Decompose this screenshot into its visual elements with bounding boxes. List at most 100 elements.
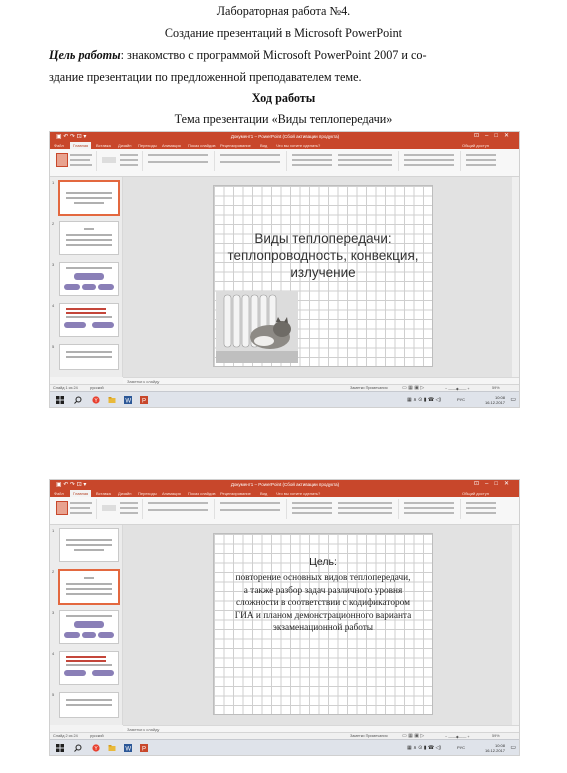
slide-heading[interactable]: Цель: <box>214 556 432 568</box>
slide-editor[interactable]: Цель: повторение основных видов теплопер… <box>123 525 512 725</box>
thumbnail-slide-3[interactable] <box>59 262 119 296</box>
tab-insert[interactable]: Вставка <box>96 491 111 496</box>
svg-text:W: W <box>125 746 131 752</box>
word-icon[interactable]: W <box>124 744 132 752</box>
ribbon-tabs: Файл Главная Вставка Дизайн Переходы Ани… <box>50 142 519 149</box>
paragraph-group <box>216 151 287 171</box>
share-button[interactable]: Общий доступ <box>462 491 489 496</box>
title-bar: ▣ ↶ ↷ ⊡ ▾ Документ1 – PowerPoint (Сбой а… <box>50 480 519 490</box>
notes-comments-toggle[interactable]: Заметки Примечания <box>350 734 388 738</box>
thumbnail-slide-3[interactable] <box>59 610 119 644</box>
thumbnail-slide-1[interactable] <box>59 528 119 562</box>
tab-animations[interactable]: Анимация <box>162 143 181 148</box>
clock[interactable]: 10:08 16.12.2017 <box>485 395 505 405</box>
language-status[interactable]: русский <box>90 734 104 738</box>
zoom-level[interactable]: 59% <box>492 386 500 390</box>
tell-me-search[interactable]: Что вы хотите сделать? <box>276 143 320 148</box>
slide-title[interactable]: Виды теплопередачи: теплопроводность, ко… <box>214 230 432 281</box>
windows-taskbar: Y W P ▦ ∧ ⊙ ▮ ☎ ◁) РУС 10:08 16.12.2017 … <box>50 391 519 407</box>
thumbnail-slide-5[interactable] <box>59 344 119 370</box>
thumbnail-slide-4[interactable] <box>59 651 119 685</box>
tab-home[interactable]: Главная <box>70 142 92 149</box>
slide-counter: Слайд 1 из 24 <box>53 386 78 390</box>
goal-text-1: : знакомство с программой Microsoft Powe… <box>120 48 427 62</box>
powerpoint-icon[interactable]: P <box>140 396 148 404</box>
share-button[interactable]: Общий доступ <box>462 143 489 148</box>
explorer-icon[interactable] <box>108 744 116 752</box>
window-controls[interactable]: ⊡–□✕ <box>474 132 515 139</box>
tell-me-search[interactable]: Что вы хотите сделать? <box>276 491 320 496</box>
goal-line-1: Цель работы: знакомство с программой Mic… <box>49 48 427 63</box>
editing-group <box>462 499 512 519</box>
ribbon-home <box>50 149 519 177</box>
explorer-icon[interactable] <box>108 396 116 404</box>
quick-access-icons[interactable]: ▣ ↶ ↷ ⊡ ▾ <box>56 133 86 140</box>
tab-file[interactable]: Файл <box>54 491 64 496</box>
windows-start-icon[interactable] <box>56 396 64 404</box>
word-icon[interactable]: W <box>124 396 132 404</box>
thumbnail-slide-1[interactable] <box>58 180 120 216</box>
slide-1[interactable]: Виды теплопередачи: теплопроводность, ко… <box>213 185 433 367</box>
radiator-cat-image <box>216 291 298 363</box>
quick-access-icons[interactable]: ▣ ↶ ↷ ⊡ ▾ <box>56 481 86 488</box>
thumbnail-slide-2[interactable] <box>58 569 120 605</box>
svg-text:P: P <box>142 398 146 404</box>
title-bar: ▣ ↶ ↷ ⊡ ▾ Документ1 – PowerPoint (Сбой а… <box>50 132 519 142</box>
thumbnail-slide-2[interactable] <box>59 221 119 255</box>
tab-review[interactable]: Рецензирование <box>220 491 251 496</box>
tab-transitions[interactable]: Переходы <box>138 491 157 496</box>
drawing-group <box>288 151 399 171</box>
tab-design[interactable]: Дизайн <box>118 491 131 496</box>
tab-slideshow[interactable]: Показ слайдов <box>188 491 216 496</box>
editing-group <box>462 151 512 171</box>
tab-view[interactable]: Вид <box>260 491 267 496</box>
powerpoint-screenshot-1: ▣ ↶ ↷ ⊡ ▾ Документ1 – PowerPoint (Сбой а… <box>49 131 520 408</box>
tab-design[interactable]: Дизайн <box>118 143 131 148</box>
windows-taskbar: Y W P ▦ ∧ ⊙ ▮ ☎ ◁) РУС 10:08 16.12.2017 … <box>50 739 519 755</box>
search-icon[interactable] <box>74 744 82 752</box>
progress-heading: Ход работы <box>251 91 316 105</box>
vertical-scrollbar[interactable] <box>512 525 519 725</box>
windows-start-icon[interactable] <box>56 744 64 752</box>
yandex-browser-icon[interactable]: Y <box>92 396 100 404</box>
arrange-group <box>400 499 461 519</box>
powerpoint-icon[interactable]: P <box>140 744 148 752</box>
slide-counter: Слайд 2 из 24 <box>53 734 78 738</box>
tray-icons[interactable]: ▦ ∧ ⊙ ▮ ☎ ◁) <box>407 397 441 403</box>
search-icon[interactable] <box>74 396 82 404</box>
tab-file[interactable]: Файл <box>54 143 64 148</box>
slide-2[interactable]: Цель: повторение основных видов теплопер… <box>213 533 433 715</box>
input-language[interactable]: РУС <box>457 745 465 750</box>
lab-subtitle: Создание презентаций в Microsoft PowerPo… <box>164 26 403 40</box>
zoom-level[interactable]: 59% <box>492 734 500 738</box>
clock[interactable]: 10:08 16.12.2017 <box>485 743 505 753</box>
tab-transitions[interactable]: Переходы <box>138 143 157 148</box>
notes-comments-toggle[interactable]: Заметки Примечания <box>350 386 388 390</box>
tab-view[interactable]: Вид <box>260 143 267 148</box>
thumbnail-slide-5[interactable] <box>59 692 119 718</box>
slide-editor[interactable]: Виды теплопередачи: теплопроводность, ко… <box>123 177 512 377</box>
clock-date: 16.12.2017 <box>484 748 505 753</box>
paste-icon[interactable] <box>56 153 68 167</box>
tab-home[interactable]: Главная <box>70 490 92 497</box>
paste-icon[interactable] <box>56 501 68 515</box>
window-title: Документ1 – PowerPoint (Сбой активации п… <box>230 482 340 487</box>
notifications-icon[interactable]: ▭ <box>510 744 516 751</box>
notifications-icon[interactable]: ▭ <box>510 396 516 403</box>
vertical-scrollbar[interactable] <box>512 177 519 377</box>
font-group <box>144 499 215 519</box>
yandex-browser-icon[interactable]: Y <box>92 744 100 752</box>
svg-text:P: P <box>142 746 146 752</box>
slide-body-text[interactable]: повторение основных видов теплопередачи,… <box>234 572 412 635</box>
input-language[interactable]: РУС <box>457 397 465 402</box>
tab-insert[interactable]: Вставка <box>96 143 111 148</box>
thumbnail-slide-4[interactable] <box>59 303 119 337</box>
tab-review[interactable]: Рецензирование <box>220 143 251 148</box>
radiator-cat-photo[interactable] <box>216 291 298 363</box>
drawing-group <box>288 499 399 519</box>
tab-animations[interactable]: Анимация <box>162 491 181 496</box>
window-controls[interactable]: ⊡–□✕ <box>474 480 515 487</box>
tray-icons[interactable]: ▦ ∧ ⊙ ▮ ☎ ◁) <box>407 745 441 751</box>
tab-slideshow[interactable]: Показ слайдов <box>188 143 216 148</box>
language-status[interactable]: русский <box>90 386 104 390</box>
